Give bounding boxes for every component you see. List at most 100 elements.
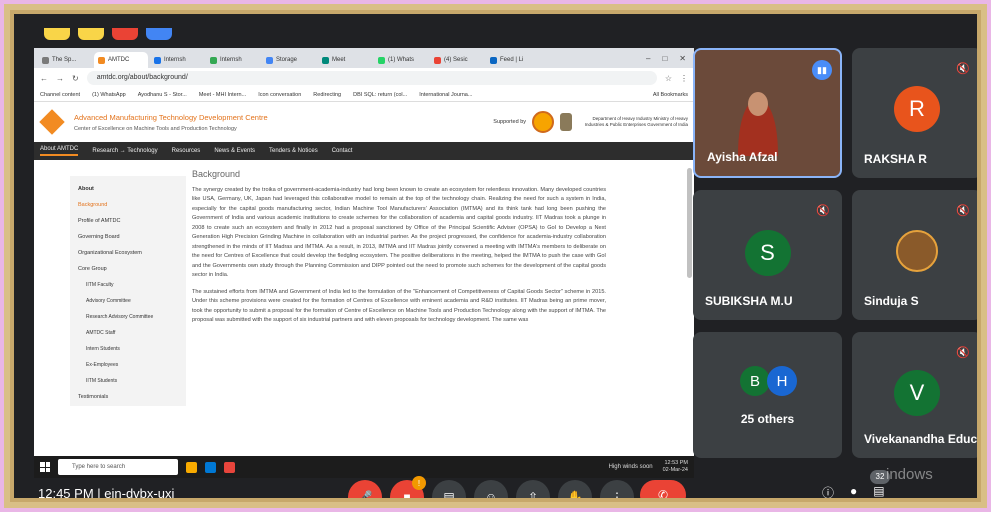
- tab-label: Meet: [332, 57, 346, 63]
- browser-tab[interactable]: Internsh: [150, 52, 204, 68]
- sidebar-item-testimonials[interactable]: Testimonials: [78, 394, 186, 400]
- sidebar-subitem[interactable]: Intern Students: [78, 346, 186, 352]
- browser-tab[interactable]: The Sp...: [38, 52, 92, 68]
- sidebar-subitem[interactable]: IITM Faculty: [78, 282, 186, 288]
- browser-tab-active[interactable]: AMTDC: [94, 52, 148, 68]
- sidebar-subitem[interactable]: Advisory Committee: [78, 298, 186, 304]
- bookmark-item[interactable]: Ayodhanu S - Stor...: [138, 92, 187, 98]
- sidebar-item-background[interactable]: Background: [78, 202, 186, 208]
- forward-icon[interactable]: →: [56, 74, 64, 83]
- raise-hand-button[interactable]: ✋: [558, 480, 592, 498]
- article: Background The synergy created by the tr…: [192, 169, 606, 333]
- emoji-button[interactable]: ☺: [474, 480, 508, 498]
- nav-contact[interactable]: Contact: [332, 148, 353, 154]
- back-icon[interactable]: ←: [40, 74, 48, 83]
- menu-icon[interactable]: ⋮: [680, 74, 688, 83]
- browser-tab[interactable]: Internsh: [206, 52, 260, 68]
- nav-research[interactable]: Research → Technology: [92, 148, 157, 154]
- camera-toggle-button[interactable]: ■!: [390, 476, 426, 498]
- windows-taskbar: Type here to search High winds soon 12:5…: [34, 456, 694, 478]
- chrome-icon[interactable]: [224, 461, 235, 473]
- file-explorer-icon[interactable]: [186, 461, 197, 473]
- yellow-tab: [78, 28, 104, 40]
- browser-tab[interactable]: Meet: [318, 52, 372, 68]
- meet-controls-bar: 12:45 PM | ein-dvbx-uxi 🎤 ■! ▤ ☺ ⇧ ✋ ⋮ ✆…: [14, 466, 977, 498]
- tab-label: Internsh: [164, 57, 186, 63]
- bookmark-item[interactable]: Channel content: [40, 92, 80, 98]
- participant-tile-vivekanandha[interactable]: 🔇 V Vivekanandha Educa...: [852, 332, 977, 458]
- bookmark-item[interactable]: DBI SQL: return (col...: [353, 92, 407, 98]
- participant-tile-raksha[interactable]: 🔇 R RAKSHA R: [852, 48, 977, 178]
- sidebar-item-governing-board[interactable]: Governing Board: [78, 234, 186, 240]
- taskbar-search-input[interactable]: Type here to search: [58, 459, 178, 475]
- leave-call-button[interactable]: ✆: [640, 480, 686, 498]
- site-header: Advanced Manufacturing Technology Develo…: [34, 102, 694, 142]
- minimize-icon[interactable]: –: [646, 54, 650, 63]
- sidebar-subitem[interactable]: IITM Students: [78, 378, 186, 384]
- sidebar-subitem[interactable]: Ex-Employees: [78, 362, 186, 368]
- nav-about[interactable]: About AMTDC: [40, 146, 79, 156]
- participant-tile-subiksha[interactable]: 🔇 S SUBIKSHA M.U: [693, 190, 842, 320]
- all-bookmarks[interactable]: All Bookmarks: [653, 92, 688, 98]
- nav-news[interactable]: News & Events: [214, 148, 255, 154]
- taskbar-clock[interactable]: 12:53 PM 02-Mar-24: [663, 460, 688, 474]
- maximize-icon[interactable]: □: [662, 54, 667, 63]
- clock-time: 12:53 PM: [664, 460, 688, 466]
- nav-tenders[interactable]: Tenders & Notices: [269, 148, 318, 154]
- browser-tab[interactable]: Storage: [262, 52, 316, 68]
- mic-toggle-button[interactable]: 🎤: [348, 480, 382, 498]
- bookmark-item[interactable]: Redirecting: [313, 92, 341, 98]
- more-options-button[interactable]: ⋮: [600, 480, 634, 498]
- chat-icon[interactable]: ▤: [873, 484, 884, 498]
- bookmark-item[interactable]: Icon conversation: [258, 92, 301, 98]
- browser-tabs: The Sp... AMTDC Internsh Internsh Storag…: [34, 48, 694, 68]
- windows-start-icon[interactable]: [40, 462, 50, 472]
- close-icon[interactable]: ✕: [679, 54, 686, 63]
- meeting-code: ein-dvbx-uxi: [104, 486, 175, 498]
- meeting-time: 12:45 PM: [38, 486, 94, 498]
- edge-icon[interactable]: [205, 461, 216, 473]
- bookmark-item[interactable]: (1) WhatsApp: [92, 92, 126, 98]
- people-icon[interactable]: ●: [850, 484, 857, 498]
- participant-video-icon: [738, 92, 778, 156]
- sidebar-item-ecosystem[interactable]: Organizational Ecosystem: [78, 250, 186, 256]
- mic-off-icon: 🔇: [816, 205, 830, 217]
- star-icon[interactable]: ☆: [665, 74, 672, 83]
- browser-tab[interactable]: (1) Whats: [374, 52, 428, 68]
- tab-favicon-icon: [490, 56, 497, 64]
- avatar: R: [894, 86, 940, 132]
- browser-tab[interactable]: Feed | Li: [486, 52, 540, 68]
- participant-tile-others[interactable]: B H 25 others: [693, 332, 842, 458]
- clock-date: 02-Mar-24: [662, 467, 688, 473]
- supported-by-label: Supported by: [493, 119, 526, 125]
- participant-tile-ayisha[interactable]: ▮▮ Ayisha Afzal: [693, 48, 842, 178]
- tab-label: AMTDC: [108, 57, 130, 63]
- mic-off-icon: 🔇: [956, 347, 970, 359]
- participant-tile-sinduja[interactable]: 🔇 Sinduja S: [852, 190, 977, 320]
- sidebar-subitem[interactable]: AMTDC Staff: [78, 330, 186, 336]
- shared-screen: The Sp... AMTDC Internsh Internsh Storag…: [34, 48, 694, 478]
- url-input[interactable]: amtdc.org/about/background/: [86, 71, 657, 85]
- present-button[interactable]: ⇧: [516, 480, 550, 498]
- mic-off-icon: 🔇: [956, 63, 970, 75]
- participant-name: Ayisha Afzal: [707, 150, 778, 164]
- weather-text[interactable]: High winds soon: [609, 464, 653, 470]
- site-body: About Background Profile of AMTDC Govern…: [34, 160, 694, 406]
- sidebar-item-core-group[interactable]: Core Group: [78, 266, 186, 272]
- nav-resources[interactable]: Resources: [172, 148, 201, 154]
- side-panel-icons: ⓘ ● ▤: [822, 484, 885, 498]
- tab-favicon-icon: [210, 56, 217, 64]
- sidebar-subitem[interactable]: Research Advisory Committee: [78, 314, 186, 320]
- national-emblem-icon: [560, 113, 572, 131]
- tab-favicon-icon: [266, 56, 273, 64]
- bookmark-item[interactable]: Meet - MHI Intern...: [199, 92, 246, 98]
- page-scrollbar[interactable]: [687, 168, 692, 278]
- reload-icon[interactable]: ↻: [72, 74, 79, 83]
- sidebar-item-profile[interactable]: Profile of AMTDC: [78, 218, 186, 224]
- browser-tab[interactable]: (4) Sesic: [430, 52, 484, 68]
- captions-button[interactable]: ▤: [432, 480, 466, 498]
- info-icon[interactable]: ⓘ: [822, 484, 834, 498]
- bookmark-item[interactable]: International Journa...: [419, 92, 472, 98]
- tab-favicon-icon: [154, 56, 161, 64]
- top-controls: [44, 28, 172, 42]
